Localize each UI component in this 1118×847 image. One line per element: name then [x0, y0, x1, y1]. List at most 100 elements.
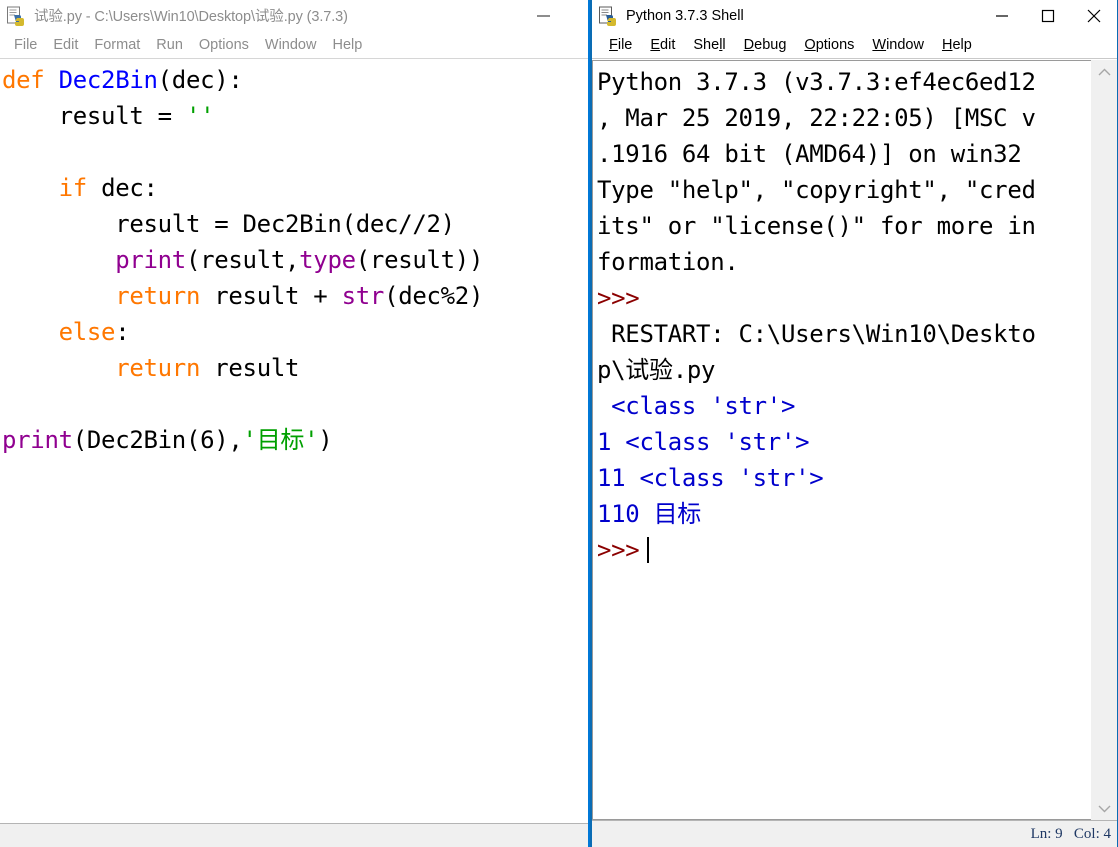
- editor-menu-help[interactable]: Help: [324, 37, 370, 53]
- code-token: type: [299, 246, 356, 274]
- code-line: if dec:: [2, 170, 589, 206]
- maximize-button[interactable]: [1025, 0, 1071, 31]
- shell-line: RESTART: C:\Users\Win10\Deskto: [597, 316, 1091, 352]
- shell-line-text: 1 <class 'str'>: [597, 428, 810, 456]
- minimize-icon: [536, 14, 550, 17]
- shell-menu-edit[interactable]: Edit: [641, 37, 684, 53]
- editor-menu-file[interactable]: File: [6, 37, 45, 53]
- code-line: result = Dec2Bin(dec//2): [2, 206, 589, 242]
- shell-scrollbar[interactable]: [1091, 60, 1117, 820]
- shell-menu-help[interactable]: Help: [933, 37, 981, 53]
- code-token: result = Dec2Bin(dec//2): [2, 210, 455, 238]
- shell-line: 1 <class 'str'>: [597, 424, 1091, 460]
- code-token: '': [185, 102, 215, 130]
- editor-title-text: 试验.py - C:\Users\Win10\Desktop\试验.py (3.…: [34, 9, 348, 25]
- shell-line-text: >>>: [597, 536, 640, 564]
- editor-window[interactable]: 试验.py - C:\Users\Win10\Desktop\试验.py (3.…: [0, 0, 590, 847]
- editor-menu-edit[interactable]: Edit: [45, 37, 86, 53]
- scrollbar-up-arrow-icon[interactable]: [1091, 60, 1117, 84]
- shell-line: , Mar 25 2019, 22:22:05) [MSC v: [597, 100, 1091, 136]
- code-token: result: [200, 354, 300, 382]
- code-token: (dec):: [157, 66, 243, 94]
- shell-line: Python 3.7.3 (v3.7.3:ef4ec6ed12: [597, 64, 1091, 100]
- code-token: (Dec2Bin(6),: [72, 426, 243, 454]
- shell-line-text: , Mar 25 2019, 22:22:05) [MSC v: [597, 104, 1036, 132]
- status-line-col: Ln: 9 Col: 4: [1030, 825, 1111, 842]
- code-token: return: [115, 354, 201, 382]
- editor-menu-window[interactable]: Window: [257, 37, 325, 53]
- shell-line: 11 <class 'str'>: [597, 460, 1091, 496]
- code-token: (dec%2): [384, 282, 484, 310]
- code-line: def Dec2Bin(dec):: [2, 62, 589, 98]
- shell-line: 110 目标: [597, 496, 1091, 532]
- shell-menu-file[interactable]: File: [600, 37, 641, 53]
- shell-menubar[interactable]: File Edit Shell Debug Options Window Help: [592, 31, 1117, 59]
- shell-statusbar: Ln: 9 Col: 4: [592, 820, 1117, 847]
- scrollbar-down-arrow-icon[interactable]: [1091, 796, 1117, 820]
- code-line: else:: [2, 314, 589, 350]
- shell-line-text: <class 'str'>: [597, 392, 796, 420]
- close-button[interactable]: [1071, 0, 1117, 31]
- code-token: Dec2Bin: [58, 66, 158, 94]
- shell-line: formation.: [597, 244, 1091, 280]
- shell-line-text: .1916 64 bit (AMD64)] on win32: [597, 140, 1022, 168]
- shell-menu-debug[interactable]: Debug: [735, 37, 796, 53]
- shell-menu-shell[interactable]: Shell: [684, 37, 734, 53]
- code-token: result =: [2, 102, 186, 130]
- shell-titlebar[interactable]: Python 3.7.3 Shell: [592, 0, 1117, 31]
- shell-line: Type "help", "copyright", "cred: [597, 172, 1091, 208]
- minimize-icon: [996, 14, 1008, 17]
- code-token: (result,: [185, 246, 300, 274]
- shell-line: >>>: [597, 532, 1091, 568]
- editor-menu-options[interactable]: Options: [191, 37, 257, 53]
- code-line: return result + str(dec%2): [2, 278, 589, 314]
- code-token: :: [115, 318, 130, 346]
- shell-window[interactable]: Python 3.7.3 Shell File Edit Shell Debug Opt…: [590, 0, 1118, 847]
- code-line: print(result,type(result)): [2, 242, 589, 278]
- shell-line: .1916 64 bit (AMD64)] on win32: [597, 136, 1091, 172]
- shell-line-text: formation.: [597, 248, 739, 276]
- code-token: def: [2, 66, 45, 94]
- code-line: print(Dec2Bin(6),'目标'): [2, 422, 589, 458]
- code-token: result +: [200, 282, 342, 310]
- code-editor-area[interactable]: def Dec2Bin(dec): result = '' if dec: re…: [0, 60, 589, 824]
- shell-window-controls[interactable]: [979, 0, 1117, 31]
- shell-line: p\试验.py: [597, 352, 1091, 388]
- editor-menubar[interactable]: File Edit Format Run Options Window Help: [0, 31, 590, 59]
- code-token: str: [341, 282, 385, 310]
- python-idle-icon: [7, 6, 24, 26]
- code-token: else: [58, 318, 116, 346]
- shell-line-text: 11 <class 'str'>: [597, 464, 824, 492]
- shell-line-text: 110 目标: [597, 500, 701, 528]
- shell-line-text: >>>: [597, 284, 640, 312]
- shell-output-area[interactable]: Python 3.7.3 (v3.7.3:ef4ec6ed12 , Mar 25 …: [592, 60, 1117, 820]
- shell-line-text: Python 3.7.3 (v3.7.3:ef4ec6ed12: [597, 68, 1036, 96]
- code-token: return: [115, 282, 201, 310]
- code-token: ): [318, 426, 333, 454]
- shell-line: <class 'str'>: [597, 388, 1091, 424]
- editor-menu-format[interactable]: Format: [86, 37, 148, 53]
- maximize-icon: [1041, 9, 1055, 22]
- code-line: return result: [2, 350, 589, 386]
- shell-text-content[interactable]: Python 3.7.3 (v3.7.3:ef4ec6ed12 , Mar 25 …: [592, 60, 1091, 820]
- shell-line: its" or "license()" for more in: [597, 208, 1091, 244]
- minimize-button[interactable]: [979, 0, 1025, 31]
- code-token: dec:: [86, 174, 158, 202]
- editor-minimize-button[interactable]: [520, 0, 566, 31]
- code-token: '目标': [242, 426, 319, 454]
- shell-menu-window[interactable]: Window: [863, 37, 933, 53]
- shell-menu-options[interactable]: Options: [795, 37, 863, 53]
- shell-line-text: its" or "license()" for more in: [597, 212, 1036, 240]
- code-token: if: [58, 174, 88, 202]
- editor-menu-run[interactable]: Run: [148, 37, 191, 53]
- close-icon: [1087, 9, 1101, 22]
- editor-titlebar[interactable]: 试验.py - C:\Users\Win10\Desktop\试验.py (3.…: [0, 0, 590, 31]
- editor-bottom-strip: [0, 823, 589, 847]
